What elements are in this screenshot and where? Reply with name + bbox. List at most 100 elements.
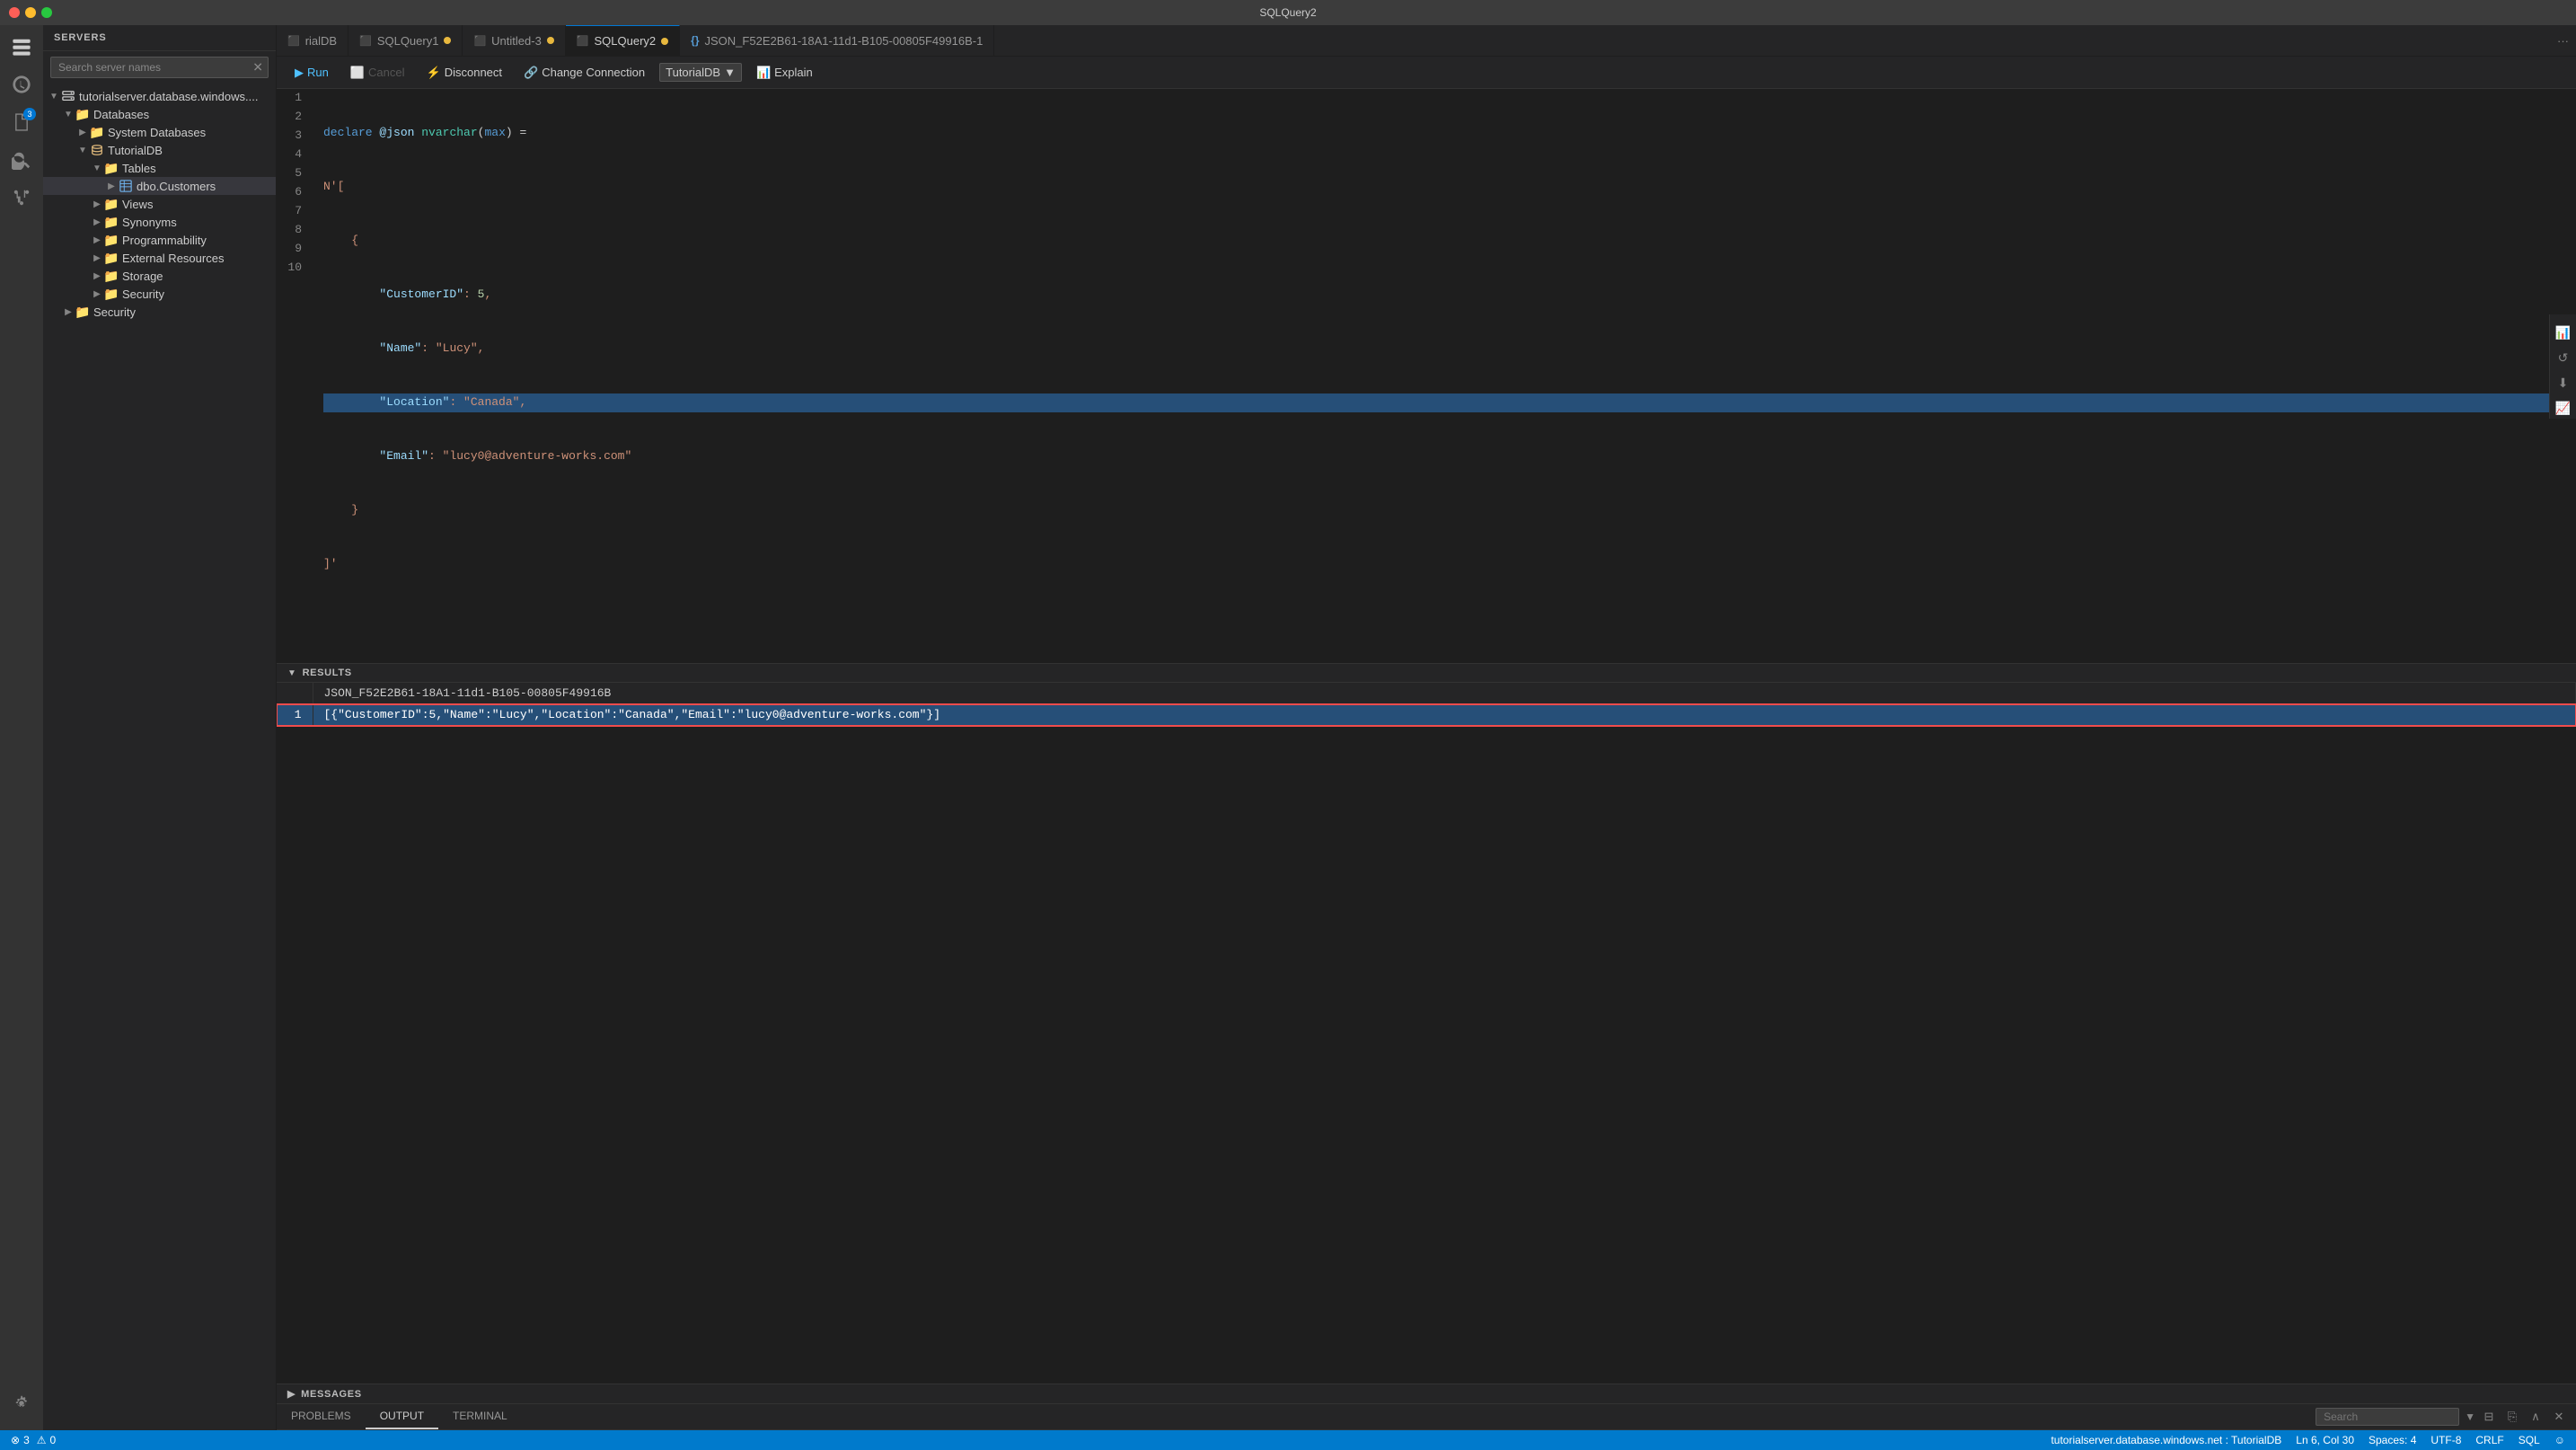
tab-modified-dot <box>547 37 554 44</box>
window-controls[interactable] <box>9 7 52 18</box>
editor-area: ⬛ rialDB ⬛ SQLQuery1 ⬛ Untitled-3 ⬛ SQLQ… <box>277 25 2576 1430</box>
connection-info[interactable]: tutorialserver.database.windows.net : Tu… <box>2051 1434 2281 1446</box>
tree-item-views[interactable]: ▶ 📁 Views <box>43 195 276 213</box>
tab-sql-icon: ⬛ <box>359 35 372 47</box>
tree-item-security-db[interactable]: ▶ 📁 Security <box>43 285 276 303</box>
tree-arrow[interactable]: ▶ <box>90 253 104 263</box>
tree-arrow[interactable]: ▶ <box>61 307 75 317</box>
status-bar: ⊗ 3 ⚠ 0 tutorialserver.database.windows.… <box>0 1430 2576 1450</box>
folder-icon: 📁 <box>104 233 119 247</box>
tree-item-programmability[interactable]: ▶ 📁 Programmability <box>43 231 276 249</box>
tree-item-synonyms[interactable]: ▶ 📁 Synonyms <box>43 213 276 231</box>
code-editor[interactable]: 1 2 3 4 5 6 7 8 9 10 declare @json nvarc… <box>277 89 2576 663</box>
tab-bar: ⬛ rialDB ⬛ SQLQuery1 ⬛ Untitled-3 ⬛ SQLQ… <box>277 25 2576 57</box>
table-icon <box>119 179 133 193</box>
tree-item-server[interactable]: ▼ tutorialserver.database.windows.... <box>43 87 276 105</box>
status-warnings[interactable]: ⚠ 0 <box>37 1434 56 1446</box>
tab-json[interactable]: {} JSON_F52E2B61-18A1-11d1-B105-00805F49… <box>680 25 994 57</box>
tree-arrow[interactable]: ▶ <box>90 217 104 227</box>
connection-selector[interactable]: TutorialDB ▼ <box>659 63 742 82</box>
tab-output[interactable]: OUTPUT <box>366 1404 438 1429</box>
tab-terminal[interactable]: TERMINAL <box>438 1404 522 1429</box>
tree-label-synonyms: Synonyms <box>122 216 177 229</box>
folder-icon: 📁 <box>104 215 119 229</box>
tree-arrow[interactable]: ▶ <box>90 199 104 209</box>
tree-item-dbo-customers[interactable]: ▶ dbo.Customers <box>43 177 276 195</box>
tab-untitled3[interactable]: ⬛ Untitled-3 <box>463 25 565 57</box>
column-header: JSON_F52E2B61-18A1-11d1-B105-00805F49916… <box>313 683 2576 704</box>
tree-item-system-databases[interactable]: ▶ 📁 System Databases <box>43 123 276 141</box>
tree-item-storage[interactable]: ▶ 📁 Storage <box>43 267 276 285</box>
smiley-icon[interactable]: ☺ <box>2554 1434 2565 1446</box>
tree-item-external-resources[interactable]: ▶ 📁 External Resources <box>43 249 276 267</box>
activity-file[interactable]: 3 <box>4 104 40 140</box>
activity-git[interactable] <box>4 180 40 216</box>
tree-arrow[interactable]: ▼ <box>47 92 61 102</box>
tree-arrow[interactable]: ▶ <box>90 289 104 299</box>
filter-icon[interactable]: ⊟ <box>2479 1407 2499 1427</box>
tree-arrow[interactable]: ▼ <box>75 146 90 155</box>
status-errors[interactable]: ⊗ 3 <box>11 1434 30 1446</box>
language-info[interactable]: SQL <box>2519 1434 2540 1446</box>
tree-arrow[interactable]: ▶ <box>90 235 104 245</box>
change-connection-button[interactable]: 🔗 Change Connection <box>516 63 652 83</box>
messages-search-input[interactable] <box>2316 1408 2459 1426</box>
copy-icon[interactable]: ⎘ <box>2502 1407 2522 1427</box>
explain-icon: 📊 <box>756 66 771 80</box>
activity-servers[interactable] <box>4 29 40 65</box>
results-header[interactable]: ▼ RESULTS <box>277 663 2576 683</box>
tab-sqlquery1[interactable]: ⬛ SQLQuery1 <box>348 25 463 57</box>
line-ending-info[interactable]: CRLF <box>2475 1434 2503 1446</box>
messages-header[interactable]: ▶ MESSAGES <box>277 1384 2576 1404</box>
tree-item-databases[interactable]: ▼ 📁 Databases <box>43 105 276 123</box>
disconnect-icon: ⚡ <box>427 66 441 80</box>
disconnect-button[interactable]: ⚡ Disconnect <box>419 63 510 83</box>
activity-history[interactable] <box>4 66 40 102</box>
tree-arrow[interactable]: ▶ <box>90 271 104 281</box>
activity-search[interactable] <box>4 142 40 178</box>
code-content[interactable]: declare @json nvarchar(max) = N'[ { "Cus… <box>313 89 2576 663</box>
tree-label-views: Views <box>122 198 153 211</box>
encoding-info[interactable]: UTF-8 <box>2430 1434 2461 1446</box>
tab-overflow-button[interactable]: ··· <box>2550 34 2576 48</box>
close-button[interactable] <box>9 7 20 18</box>
results-collapse-arrow[interactable]: ▼ <box>287 668 297 678</box>
messages-collapse-arrow[interactable]: ▶ <box>287 1388 296 1400</box>
tree-label-tutorialdb: TutorialDB <box>108 144 163 157</box>
search-clear-icon[interactable]: ✕ <box>252 60 263 75</box>
close-messages-icon[interactable]: ✕ <box>2549 1407 2569 1427</box>
error-icon: ⊗ <box>11 1434 20 1446</box>
minimize-button[interactable] <box>25 7 36 18</box>
results-content[interactable]: JSON_F52E2B61-18A1-11d1-B105-00805F49916… <box>277 683 2576 1384</box>
expand-up-icon[interactable]: ∧ <box>2526 1407 2545 1427</box>
tab-sqlquery2[interactable]: ⬛ SQLQuery2 <box>566 25 680 57</box>
result-cell: [{"CustomerID":5,"Name":"Lucy","Location… <box>313 704 2576 726</box>
run-button[interactable]: ▶ Run <box>287 63 336 83</box>
tree-arrow[interactable]: ▼ <box>61 110 75 119</box>
cursor-position[interactable]: Ln 6, Col 30 <box>2296 1434 2354 1446</box>
maximize-button[interactable] <box>41 7 52 18</box>
cancel-icon: ⬜ <box>350 66 365 80</box>
tree-label-dbo-customers: dbo.Customers <box>137 180 216 193</box>
tree-arrow[interactable]: ▼ <box>90 164 104 173</box>
tree-item-tables[interactable]: ▼ 📁 Tables <box>43 159 276 177</box>
activity-settings[interactable] <box>4 1385 40 1421</box>
tree-label-databases: Databases <box>93 108 149 121</box>
tab-rialdb[interactable]: ⬛ rialDB <box>277 25 348 57</box>
tree-item-security-server[interactable]: ▶ 📁 Security <box>43 303 276 321</box>
tab-modified-dot <box>444 37 451 44</box>
tree-item-tutorialdb[interactable]: ▼ TutorialDB <box>43 141 276 159</box>
spaces-info[interactable]: Spaces: 4 <box>2369 1434 2416 1446</box>
tree-arrow[interactable]: ▶ <box>104 181 119 191</box>
search-dropdown-icon[interactable]: ▼ <box>2465 1410 2475 1423</box>
explain-button[interactable]: 📊 Explain <box>749 63 820 83</box>
server-icon <box>61 89 75 103</box>
tab-label: SQLQuery2 <box>595 34 657 48</box>
tree-arrow[interactable]: ▶ <box>75 128 90 137</box>
search-input[interactable] <box>50 57 269 78</box>
tab-sql-icon: ⬛ <box>473 35 486 47</box>
table-row[interactable]: 1 [{"CustomerID":5,"Name":"Lucy","Locati… <box>277 704 2576 726</box>
row-number-header <box>277 683 313 704</box>
tab-problems[interactable]: PROBLEMS <box>277 1404 366 1429</box>
search-box[interactable]: ✕ <box>50 57 269 78</box>
